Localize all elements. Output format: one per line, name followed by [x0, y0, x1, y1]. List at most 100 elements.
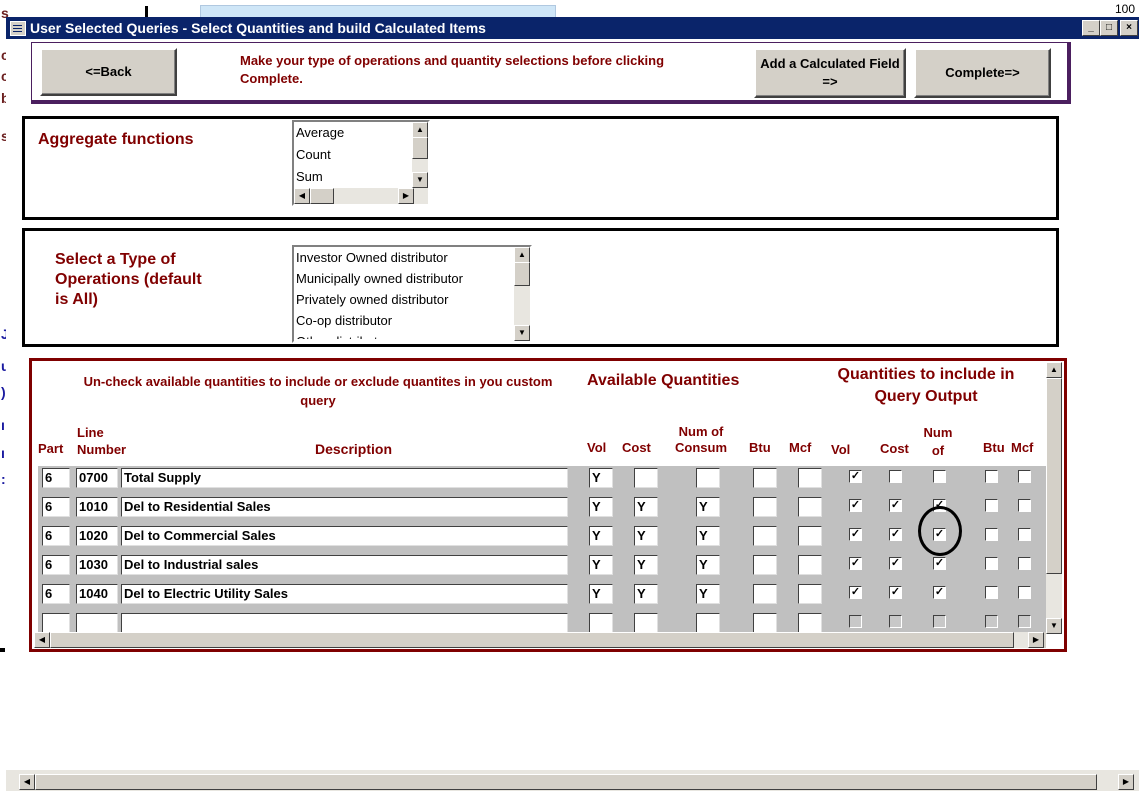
- list-item[interactable]: Sum: [294, 166, 428, 188]
- output-btu-checkbox[interactable]: [985, 499, 998, 512]
- btu-cell[interactable]: [753, 613, 777, 633]
- scroll-right-icon[interactable]: ▶: [1028, 632, 1044, 648]
- btu-cell[interactable]: [753, 468, 777, 488]
- mcf-cell[interactable]: [798, 555, 822, 575]
- description-cell[interactable]: Del to Industrial sales: [121, 555, 568, 575]
- cost-cell[interactable]: [634, 468, 658, 488]
- part-cell[interactable]: 6: [42, 555, 70, 575]
- window-title-bar[interactable]: User Selected Queries - Select Quantitie…: [6, 17, 1139, 39]
- btu-cell[interactable]: [753, 555, 777, 575]
- scroll-thumb[interactable]: [310, 188, 334, 204]
- grid-horizontal-scrollbar[interactable]: ◀ ▶: [34, 632, 1046, 648]
- scroll-track[interactable]: [50, 632, 1014, 648]
- output-btu-checkbox[interactable]: [985, 586, 998, 599]
- scroll-track-remainder[interactable]: [1014, 632, 1028, 648]
- vol-cell[interactable]: [589, 613, 613, 633]
- output-num-checkbox[interactable]: ✓: [933, 586, 946, 599]
- output-vol-checkbox[interactable]: [849, 615, 862, 628]
- cost-cell[interactable]: Y: [634, 555, 658, 575]
- scroll-thumb[interactable]: [35, 774, 1097, 790]
- horizontal-scrollbar[interactable]: ◀ ▶: [294, 188, 428, 204]
- scroll-up-icon[interactable]: ▲: [1046, 362, 1062, 378]
- description-cell[interactable]: Del to Electric Utility Sales: [121, 584, 568, 604]
- scroll-thumb[interactable]: [514, 262, 530, 286]
- scroll-up-icon[interactable]: ▲: [514, 247, 530, 263]
- num-consum-cell[interactable]: Y: [696, 555, 720, 575]
- description-cell[interactable]: Total Supply: [121, 468, 568, 488]
- output-mcf-checkbox[interactable]: [1018, 586, 1031, 599]
- num-consum-cell[interactable]: [696, 468, 720, 488]
- output-btu-checkbox[interactable]: [985, 470, 998, 483]
- output-cost-checkbox[interactable]: [889, 470, 902, 483]
- scroll-thumb[interactable]: [412, 137, 428, 159]
- scroll-down-icon[interactable]: ▼: [514, 325, 530, 341]
- output-num-checkbox[interactable]: [933, 615, 946, 628]
- description-cell[interactable]: Del to Residential Sales: [121, 497, 568, 517]
- part-cell[interactable]: [42, 613, 70, 633]
- cost-cell[interactable]: Y: [634, 497, 658, 517]
- mcf-cell[interactable]: [798, 497, 822, 517]
- output-vol-checkbox[interactable]: ✓: [849, 470, 862, 483]
- grid-vertical-scrollbar[interactable]: ▲ ▼: [1046, 362, 1062, 634]
- add-calculated-field-button[interactable]: Add a Calculated Field =>: [754, 48, 906, 98]
- mcf-cell[interactable]: [798, 613, 822, 633]
- output-cost-checkbox[interactable]: [889, 615, 902, 628]
- num-consum-cell[interactable]: Y: [696, 584, 720, 604]
- list-item[interactable]: Municipally owned distributor: [294, 268, 530, 289]
- output-btu-checkbox[interactable]: [985, 615, 998, 628]
- num-consum-cell[interactable]: [696, 613, 720, 633]
- part-cell[interactable]: 6: [42, 468, 70, 488]
- cost-cell[interactable]: Y: [634, 584, 658, 604]
- list-item[interactable]: Average: [294, 122, 428, 144]
- window-horizontal-scrollbar[interactable]: ◀ ▶: [6, 770, 1139, 791]
- output-mcf-checkbox[interactable]: [1018, 470, 1031, 483]
- line-number-cell[interactable]: 1010: [76, 497, 118, 517]
- output-cost-checkbox[interactable]: ✓: [889, 557, 902, 570]
- complete-button[interactable]: Complete=>: [914, 48, 1051, 98]
- output-mcf-checkbox[interactable]: [1018, 557, 1031, 570]
- output-cost-checkbox[interactable]: ✓: [889, 528, 902, 541]
- description-cell[interactable]: Del to Commercial Sales: [121, 526, 568, 546]
- mcf-cell[interactable]: [798, 526, 822, 546]
- operations-listbox[interactable]: Investor Owned distributor Municipally o…: [292, 245, 532, 343]
- list-item[interactable]: Privately owned distributor: [294, 289, 530, 310]
- maximize-button[interactable]: □: [1100, 20, 1118, 36]
- aggregate-listbox[interactable]: Average Count Sum ▲ ▼ ◀ ▶: [292, 120, 430, 206]
- line-number-cell[interactable]: 1020: [76, 526, 118, 546]
- output-mcf-checkbox[interactable]: [1018, 528, 1031, 541]
- list-item[interactable]: Other distributor: [294, 331, 530, 339]
- scroll-down-icon[interactable]: ▼: [1046, 618, 1062, 634]
- list-item[interactable]: Co-op distributor: [294, 310, 530, 331]
- part-cell[interactable]: 6: [42, 584, 70, 604]
- list-item[interactable]: Investor Owned distributor: [294, 247, 530, 268]
- output-vol-checkbox[interactable]: ✓: [849, 557, 862, 570]
- cost-cell[interactable]: Y: [634, 526, 658, 546]
- part-cell[interactable]: 6: [42, 497, 70, 517]
- vertical-scrollbar[interactable]: ▲ ▼: [412, 122, 428, 188]
- part-cell[interactable]: 6: [42, 526, 70, 546]
- output-num-checkbox[interactable]: [933, 470, 946, 483]
- line-number-cell[interactable]: 0700: [76, 468, 118, 488]
- vol-cell[interactable]: Y: [589, 526, 613, 546]
- num-consum-cell[interactable]: Y: [696, 526, 720, 546]
- scroll-left-icon[interactable]: ◀: [294, 188, 310, 204]
- scroll-right-icon[interactable]: ▶: [398, 188, 414, 204]
- line-number-cell[interactable]: 1040: [76, 584, 118, 604]
- mcf-cell[interactable]: [798, 584, 822, 604]
- line-number-cell[interactable]: 1030: [76, 555, 118, 575]
- description-cell[interactable]: [121, 613, 568, 633]
- close-button[interactable]: ×: [1120, 20, 1138, 36]
- num-consum-cell[interactable]: Y: [696, 497, 720, 517]
- scroll-up-icon[interactable]: ▲: [412, 122, 428, 138]
- output-vol-checkbox[interactable]: ✓: [849, 586, 862, 599]
- vol-cell[interactable]: Y: [589, 555, 613, 575]
- output-cost-checkbox[interactable]: ✓: [889, 586, 902, 599]
- output-btu-checkbox[interactable]: [985, 528, 998, 541]
- scroll-right-icon[interactable]: ▶: [1118, 774, 1134, 790]
- minimize-button[interactable]: _: [1082, 20, 1100, 36]
- cost-cell[interactable]: [634, 613, 658, 633]
- output-mcf-checkbox[interactable]: [1018, 499, 1031, 512]
- scroll-down-icon[interactable]: ▼: [412, 172, 428, 188]
- vol-cell[interactable]: Y: [589, 468, 613, 488]
- vol-cell[interactable]: Y: [589, 584, 613, 604]
